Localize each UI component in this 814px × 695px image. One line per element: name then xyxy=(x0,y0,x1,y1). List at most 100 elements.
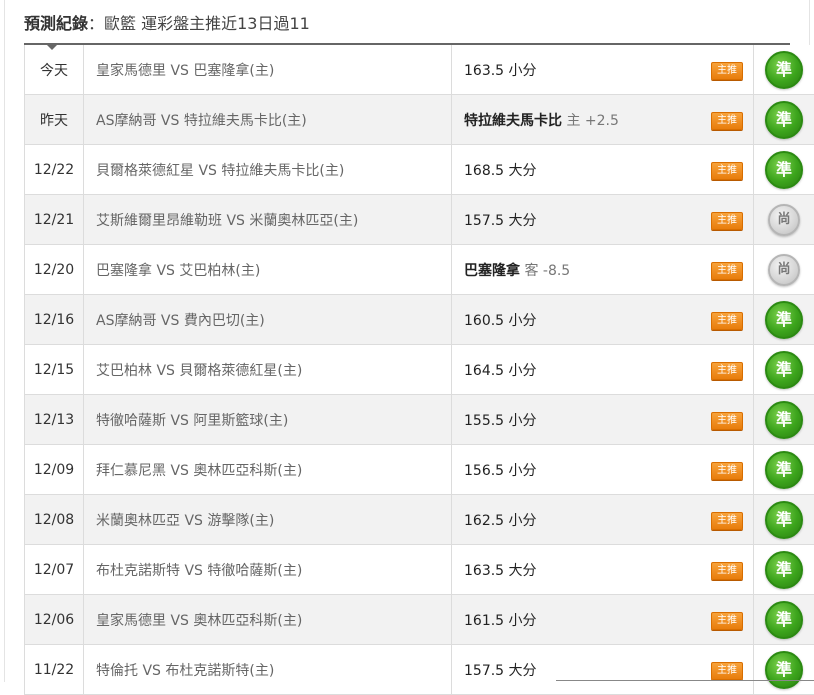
row-match[interactable]: AS摩納哥 VS 費內巴切(主) xyxy=(84,295,452,345)
result-hit-icon: 準 xyxy=(765,451,803,489)
row-pick: 巴塞隆拿 客 -8.5 主推 xyxy=(452,245,754,295)
row-date: 12/15 xyxy=(25,345,84,395)
pick-text: 164.5 小分 xyxy=(464,363,537,379)
row-match[interactable]: 貝爾格萊德紅星 VS 特拉維夫馬卡比(主) xyxy=(84,145,452,195)
row-match[interactable]: 艾斯維爾里昂維勒班 VS 米蘭奧林匹亞(主) xyxy=(84,195,452,245)
row-pick: 157.5 大分 主推 xyxy=(452,195,754,245)
main-pick-badge: 主推 xyxy=(711,162,743,180)
table-row: 12/22貝爾格萊德紅星 VS 特拉維夫馬卡比(主)168.5 大分主推準 xyxy=(25,145,814,195)
row-result: 準 xyxy=(754,545,814,595)
title-separator: ： xyxy=(88,10,104,34)
row-match[interactable]: 布杜克諾斯特 VS 特徹哈薩斯(主) xyxy=(84,545,452,595)
table-row: 12/20巴塞隆拿 VS 艾巴柏林(主) 巴塞隆拿 客 -8.5 主推 尚 xyxy=(25,245,814,295)
row-match[interactable]: 特倫托 VS 布杜克諾斯特(主) xyxy=(84,645,452,695)
table-row: 昨天AS摩納哥 VS 特拉維夫馬卡比(主)特拉維夫馬卡比 主 +2.5主推準 xyxy=(25,95,814,145)
bottom-divider xyxy=(556,680,814,681)
row-pick: 特拉維夫馬卡比 主 +2.5主推 xyxy=(452,95,754,145)
row-date: 昨天 xyxy=(25,95,84,145)
row-date: 12/22 xyxy=(25,145,84,195)
pick-text: 155.5 小分 xyxy=(464,413,537,429)
result-hit-icon: 準 xyxy=(765,651,803,689)
main-pick-badge: 主推 xyxy=(711,512,743,530)
table-row: 12/07布杜克諾斯特 VS 特徹哈薩斯(主)163.5 大分主推準 xyxy=(25,545,814,595)
row-pick: 156.5 小分主推 xyxy=(452,445,754,495)
section-header: 預測紀錄 ： 歐籃 運彩盤主推近13日過11 xyxy=(24,8,310,36)
table-row: 12/08米蘭奧林匹亞 VS 游擊隊(主)162.5 小分主推準 xyxy=(25,495,814,545)
pick-text: 157.5 大分 xyxy=(464,663,537,679)
table-row: 12/21艾斯維爾里昂維勒班 VS 米蘭奧林匹亞(主) 157.5 大分 主推 尚 xyxy=(25,195,814,245)
row-match[interactable]: AS摩納哥 VS 特拉維夫馬卡比(主) xyxy=(84,95,452,145)
row-match[interactable]: 艾巴柏林 VS 貝爾格萊德紅星(主) xyxy=(84,345,452,395)
table-row: 12/06皇家馬德里 VS 奧林匹亞科斯(主)161.5 小分主推準 xyxy=(25,595,814,645)
prediction-records-table: 今天皇家馬德里 VS 巴塞隆拿(主)163.5 小分主推準昨天AS摩納哥 VS … xyxy=(24,45,814,695)
row-date: 12/06 xyxy=(25,595,84,645)
pick-text: 163.5 小分 xyxy=(464,63,537,79)
result-hit-icon: 準 xyxy=(765,51,803,89)
pick-main: 特拉維夫馬卡比 xyxy=(464,113,562,129)
row-pick: 163.5 小分主推 xyxy=(452,45,754,95)
main-pick-badge: 主推 xyxy=(711,362,743,380)
pick-text: 163.5 大分 xyxy=(464,563,537,579)
row-result: 準 xyxy=(754,595,814,645)
result-hit-icon: 準 xyxy=(765,401,803,439)
pick-text: 157.5 大分 xyxy=(464,213,537,229)
row-match[interactable]: 米蘭奧林匹亞 VS 游擊隊(主) xyxy=(84,495,452,545)
row-pick: 157.5 大分 主推 xyxy=(452,645,754,695)
result-hit-icon: 準 xyxy=(765,301,803,339)
table-row: 12/16AS摩納哥 VS 費內巴切(主)160.5 小分主推準 xyxy=(25,295,814,345)
pick-main: 155.5 小分 xyxy=(464,413,537,429)
row-date: 11/22 xyxy=(25,645,84,695)
table-row: 12/15艾巴柏林 VS 貝爾格萊德紅星(主) 164.5 小分 主推 準 xyxy=(25,345,814,395)
pick-main: 157.5 大分 xyxy=(464,663,537,679)
result-pending-icon: 尚 xyxy=(768,254,800,286)
main-pick-badge: 主推 xyxy=(711,312,743,330)
main-pick-badge: 主推 xyxy=(711,412,743,430)
row-result: 準 xyxy=(754,295,814,345)
header-pointer-icon xyxy=(47,45,57,50)
pick-main: 160.5 小分 xyxy=(464,313,537,329)
table-row: 12/09拜仁慕尼黑 VS 奧林匹亞科斯(主)156.5 小分主推準 xyxy=(25,445,814,495)
pick-text: 156.5 小分 xyxy=(464,463,537,479)
row-result: 準 xyxy=(754,95,814,145)
table-row: 11/22特倫托 VS 布杜克諾斯特(主) 157.5 大分 主推 準 xyxy=(25,645,814,695)
row-date: 12/21 xyxy=(25,195,84,245)
row-match[interactable]: 皇家馬德里 VS 巴塞隆拿(主) xyxy=(84,45,452,95)
row-result: 準 xyxy=(754,645,814,695)
row-pick: 168.5 大分主推 xyxy=(452,145,754,195)
pick-main: 157.5 大分 xyxy=(464,213,537,229)
row-match[interactable]: 拜仁慕尼黑 VS 奧林匹亞科斯(主) xyxy=(84,445,452,495)
row-result: 準 xyxy=(754,45,814,95)
main-pick-badge: 主推 xyxy=(711,662,743,680)
row-date: 12/09 xyxy=(25,445,84,495)
row-pick: 162.5 小分 主推 xyxy=(452,495,754,545)
pick-main: 162.5 小分 xyxy=(464,513,537,529)
pick-extra: 客 -8.5 xyxy=(520,263,570,279)
row-result: 尚 xyxy=(754,195,814,245)
pick-main: 163.5 大分 xyxy=(464,563,537,579)
result-pending-icon: 尚 xyxy=(768,204,800,236)
result-hit-icon: 準 xyxy=(765,551,803,589)
table-row: 今天皇家馬德里 VS 巴塞隆拿(主)163.5 小分主推準 xyxy=(25,45,814,95)
pick-text: 162.5 小分 xyxy=(464,513,537,529)
row-pick: 164.5 小分 主推 xyxy=(452,345,754,395)
row-match[interactable]: 特徹哈薩斯 VS 阿里斯籃球(主) xyxy=(84,395,452,445)
pick-main: 161.5 小分 xyxy=(464,613,537,629)
main-pick-badge: 主推 xyxy=(711,562,743,580)
main-pick-badge: 主推 xyxy=(711,212,743,230)
main-pick-badge: 主推 xyxy=(711,262,743,280)
row-pick: 160.5 小分 主推 xyxy=(452,295,754,345)
result-hit-icon: 準 xyxy=(765,501,803,539)
pick-text: 巴塞隆拿 客 -8.5 xyxy=(464,263,570,279)
pick-text: 160.5 小分 xyxy=(464,313,537,329)
row-result: 準 xyxy=(754,445,814,495)
row-result: 準 xyxy=(754,345,814,395)
pick-main: 156.5 小分 xyxy=(464,463,537,479)
row-match[interactable]: 巴塞隆拿 VS 艾巴柏林(主) xyxy=(84,245,452,295)
pick-main: 163.5 小分 xyxy=(464,63,537,79)
row-match[interactable]: 皇家馬德里 VS 奧林匹亞科斯(主) xyxy=(84,595,452,645)
pick-main: 巴塞隆拿 xyxy=(464,263,520,279)
result-hit-icon: 準 xyxy=(765,351,803,389)
row-date: 12/20 xyxy=(25,245,84,295)
section-subtitle: 歐籃 運彩盤主推近13日過11 xyxy=(104,10,310,34)
row-result: 尚 xyxy=(754,245,814,295)
